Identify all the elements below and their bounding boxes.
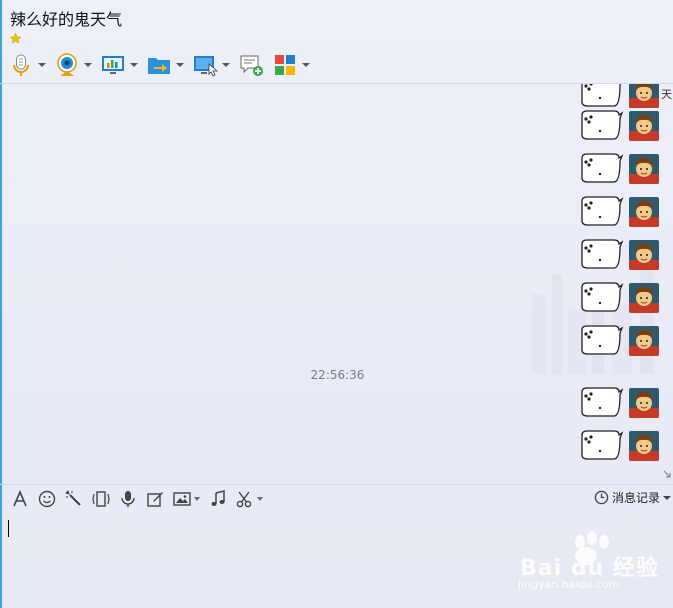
text-cursor bbox=[8, 520, 9, 537]
microphone-icon bbox=[13, 54, 29, 76]
image-button[interactable] bbox=[172, 489, 192, 509]
edit-button[interactable] bbox=[145, 489, 165, 509]
message-history-button[interactable]: 消息记录 bbox=[594, 489, 671, 506]
sticker-bubble-icon bbox=[581, 325, 624, 355]
sticker-bubble-icon bbox=[581, 282, 624, 312]
voice-call-button[interactable] bbox=[8, 52, 46, 78]
webcam-icon bbox=[57, 53, 77, 76]
sticker-bubble-icon bbox=[581, 196, 624, 226]
message-row[interactable] bbox=[578, 109, 666, 145]
send-file-button[interactable] bbox=[146, 52, 184, 78]
magic-wand-icon bbox=[65, 490, 81, 506]
screenshot-button[interactable] bbox=[235, 489, 255, 509]
sticker-bubble-icon bbox=[581, 84, 622, 107]
avatar[interactable] bbox=[629, 111, 659, 141]
shake-window-button[interactable] bbox=[91, 489, 111, 509]
chevron-down-icon[interactable] bbox=[222, 63, 230, 67]
message-row[interactable] bbox=[578, 324, 666, 360]
avatar[interactable] bbox=[629, 154, 659, 184]
scissors-icon bbox=[236, 491, 252, 508]
create-discussion-button[interactable] bbox=[238, 52, 264, 78]
apps-grid-icon bbox=[275, 55, 295, 75]
avatar[interactable] bbox=[629, 240, 659, 270]
avatar[interactable] bbox=[629, 84, 659, 108]
message-row[interactable] bbox=[578, 195, 666, 231]
chevron-down-icon[interactable] bbox=[302, 63, 310, 67]
message-timestamp: 22:56:36 bbox=[310, 368, 365, 382]
avatar[interactable] bbox=[629, 283, 659, 313]
video-call-button[interactable] bbox=[54, 52, 92, 78]
font-button[interactable] bbox=[10, 489, 30, 509]
message-row[interactable] bbox=[578, 152, 666, 188]
input-toolbar bbox=[10, 488, 271, 510]
message-row[interactable] bbox=[578, 386, 666, 422]
font-icon bbox=[13, 490, 27, 507]
chevron-down-icon[interactable] bbox=[130, 63, 138, 67]
avatar[interactable] bbox=[629, 197, 659, 227]
remote-demo-button[interactable] bbox=[100, 52, 138, 78]
remote-desktop-button[interactable] bbox=[192, 52, 230, 78]
sticker-bubble-icon bbox=[581, 239, 624, 269]
music-button[interactable] bbox=[208, 489, 228, 509]
app-center-button[interactable] bbox=[272, 52, 310, 78]
message-row[interactable] bbox=[578, 238, 666, 274]
music-icon bbox=[211, 490, 225, 506]
message-area[interactable]: 天 22:56:36 bbox=[2, 84, 673, 484]
magic-expression-button[interactable] bbox=[64, 489, 84, 509]
chevron-down-icon[interactable] bbox=[663, 495, 671, 500]
edit-icon bbox=[147, 492, 163, 507]
scroll-corner-icon[interactable] bbox=[663, 470, 671, 478]
sticker-bubble-icon bbox=[581, 110, 624, 140]
star-icon[interactable] bbox=[10, 33, 21, 44]
chevron-down-icon[interactable] bbox=[257, 497, 263, 501]
screen-share-icon bbox=[102, 56, 124, 74]
remote-desktop-icon bbox=[194, 56, 218, 77]
folder-transfer-icon bbox=[148, 58, 170, 74]
message-row[interactable] bbox=[578, 84, 666, 112]
voice-message-icon bbox=[121, 491, 135, 507]
sticker-bubble-icon bbox=[581, 387, 624, 417]
message-row[interactable] bbox=[578, 429, 666, 465]
chevron-down-icon[interactable] bbox=[38, 63, 46, 67]
message-history-label: 消息记录 bbox=[611, 491, 660, 505]
chat-title: 辣么好的鬼天气 bbox=[10, 10, 123, 29]
top-toolbar bbox=[8, 50, 318, 80]
emoji-icon bbox=[38, 490, 56, 508]
chevron-down-icon[interactable] bbox=[176, 63, 184, 67]
avatar[interactable] bbox=[629, 431, 659, 461]
avatar[interactable] bbox=[629, 388, 659, 418]
watermark-url: jingyan.baidu.com bbox=[518, 578, 620, 591]
input-divider bbox=[0, 484, 673, 485]
avatar[interactable] bbox=[629, 326, 659, 356]
voice-message-button[interactable] bbox=[118, 489, 138, 509]
chevron-down-icon[interactable] bbox=[194, 497, 200, 501]
chevron-down-icon[interactable] bbox=[84, 63, 92, 67]
chat-add-icon bbox=[240, 55, 263, 76]
message-row[interactable] bbox=[578, 281, 666, 317]
sticker-bubble-icon bbox=[581, 153, 624, 183]
emoji-button[interactable] bbox=[37, 489, 57, 509]
sticker-bubble-icon bbox=[581, 430, 624, 460]
image-icon bbox=[173, 492, 191, 506]
clock-icon bbox=[594, 490, 609, 505]
shake-window-icon bbox=[92, 491, 110, 507]
